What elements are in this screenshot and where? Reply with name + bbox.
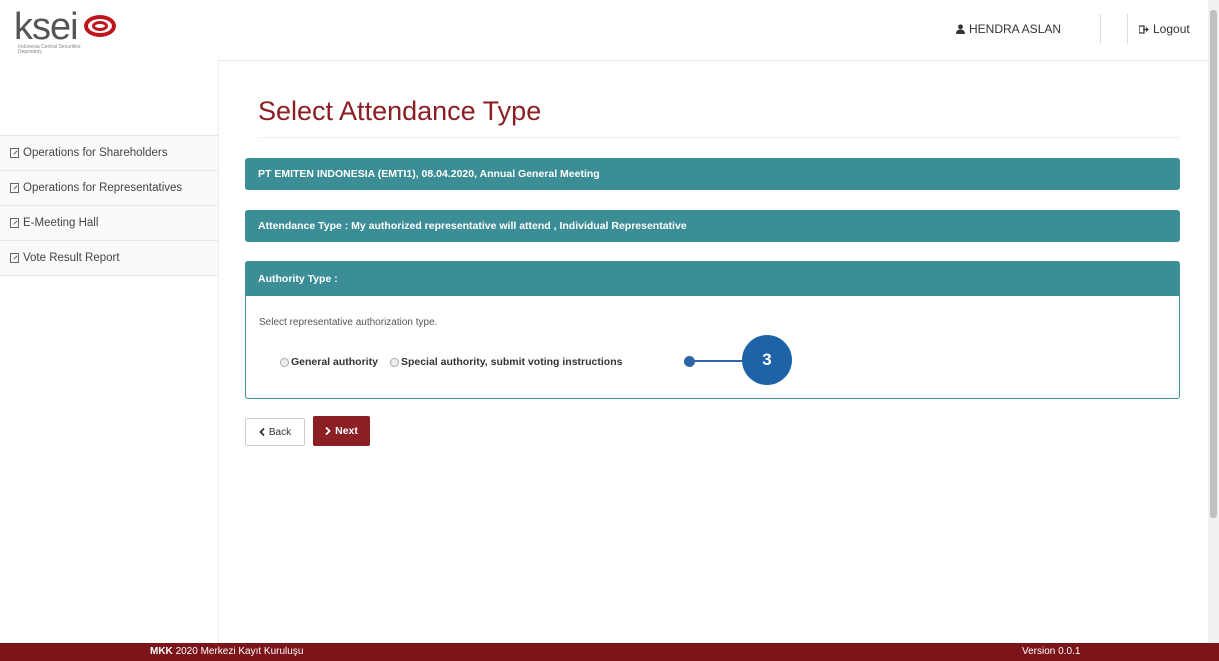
sidebar-item-vote-result-report[interactable]: Vote Result Report	[0, 241, 218, 276]
sidebar-item-operations-shareholders[interactable]: Operations for Shareholders	[0, 136, 218, 171]
sidebar-item-label: Operations for Shareholders	[23, 147, 168, 159]
next-label: Next	[335, 425, 358, 437]
general-authority-option[interactable]: General authority	[280, 356, 378, 368]
back-label: Back	[268, 426, 292, 438]
meeting-info-bar: PT EMITEN INDONESIA (EMTI1), 08.04.2020,…	[245, 158, 1180, 190]
edit-icon	[10, 253, 19, 263]
next-button[interactable]: Next	[313, 416, 370, 446]
logout-icon	[1139, 24, 1149, 34]
annotation-step-badge: 3	[742, 335, 792, 385]
user-menu[interactable]: HENDRA ASLAN	[956, 22, 1061, 36]
edit-icon	[10, 218, 19, 228]
title-divider	[258, 137, 1180, 138]
authority-instruction: Select representative authorization type…	[259, 317, 438, 328]
attendance-type-bar: Attendance Type : My authorized represen…	[245, 210, 1180, 242]
footer: MKK 2020 Merkezi Kayıt Kuruluşu Version …	[0, 643, 1219, 661]
mkk-logo: MKK	[150, 646, 173, 657]
page-title: Select Attendance Type	[258, 96, 542, 126]
footer-version: Version 0.0.1	[1022, 646, 1081, 657]
annotation-connector	[690, 360, 745, 362]
sidebar: Operations for Shareholders Operations f…	[0, 60, 219, 643]
edit-icon	[10, 183, 19, 193]
back-button[interactable]: Back	[245, 418, 305, 446]
edit-icon	[10, 148, 19, 158]
authority-options: General authority Special authority, sub…	[280, 356, 634, 368]
sidebar-item-label: Operations for Representatives	[23, 182, 183, 194]
special-authority-option[interactable]: Special authority, submit voting instruc…	[389, 356, 623, 368]
logo-wordmark: ksei	[14, 6, 79, 48]
sidebar-item-label: Vote Result Report	[23, 252, 120, 264]
logout-label: Logout	[1153, 22, 1190, 36]
header-divider	[1127, 14, 1128, 44]
user-name: HENDRA ASLAN	[969, 22, 1062, 36]
chevron-left-icon	[259, 428, 265, 436]
sidebar-item-operations-representatives[interactable]: Operations for Representatives	[0, 171, 218, 206]
footer-copyright: 2020 Merkezi Kayıt Kuruluşu	[175, 646, 304, 657]
special-authority-label: Special authority, submit voting instruc…	[400, 356, 623, 368]
authority-type-panel: Authority Type : Select representative a…	[245, 261, 1180, 399]
chevron-right-icon	[325, 427, 331, 435]
authority-type-heading: Authority Type :	[246, 262, 1179, 296]
user-icon	[956, 24, 965, 34]
ksei-logo[interactable]: ksei	[14, 8, 120, 46]
sidebar-menu: Operations for Shareholders Operations f…	[0, 135, 218, 276]
sidebar-item-label: E-Meeting Hall	[23, 217, 99, 229]
special-authority-radio[interactable]	[389, 357, 399, 367]
logo-subtitle: Indonesia Central Securities Depository	[18, 44, 81, 55]
scrollbar-thumb[interactable]	[1210, 10, 1217, 518]
header-divider	[1100, 14, 1101, 44]
logout-button[interactable]: Logout	[1139, 22, 1190, 36]
logo-mark-icon	[84, 15, 120, 41]
general-authority-radio[interactable]	[280, 357, 289, 367]
sidebar-item-e-meeting-hall[interactable]: E-Meeting Hall	[0, 206, 218, 241]
footer-brand: MKK 2020 Merkezi Kayıt Kuruluşu	[150, 646, 303, 657]
annotation-dot	[684, 356, 695, 367]
top-header: ksei Indonesia Central Securities Deposi…	[0, 0, 1208, 61]
general-authority-label: General authority	[291, 356, 378, 368]
